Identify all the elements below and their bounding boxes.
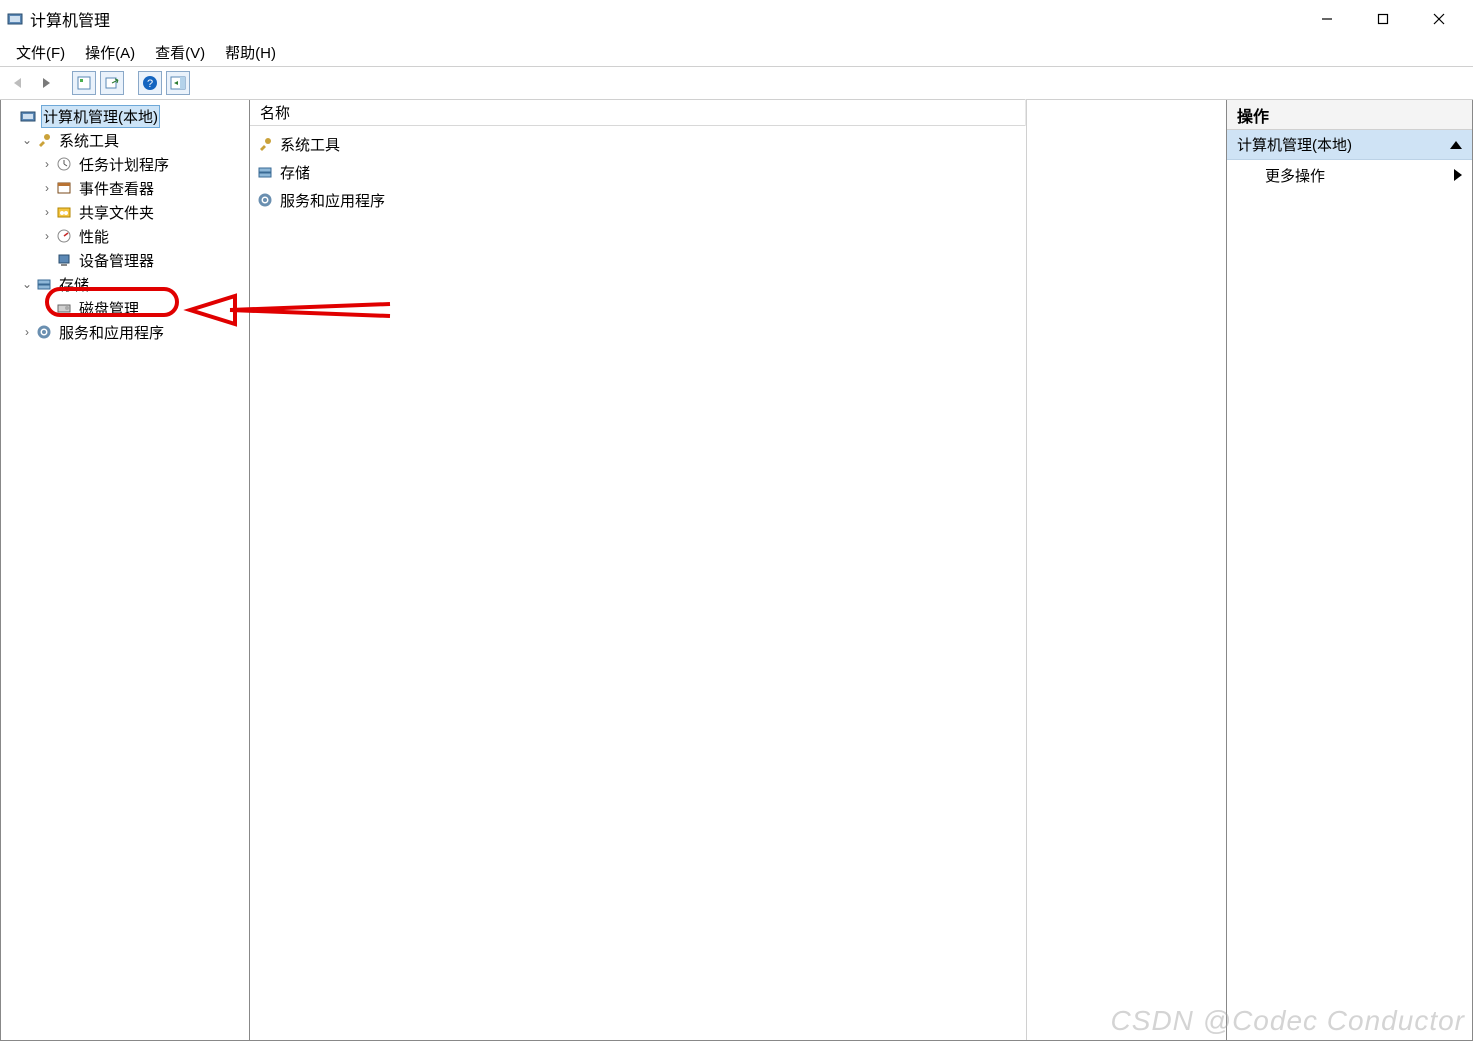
tree-panel: 计算机管理(本地) ⌄ 系统工具 › 任务计划程序 › 事件查看器 › 共享文件… [0,100,250,1041]
menu-bar: 文件(F) 操作(A) 查看(V) 帮助(H) [0,38,1473,66]
minimize-button[interactable] [1299,0,1355,38]
chevron-right-icon[interactable]: › [39,229,55,243]
storage-icon [35,275,53,293]
export-button[interactable] [100,71,124,95]
disk-icon [55,299,73,317]
app-icon [6,10,24,28]
actions-header: 操作 [1227,100,1472,130]
actions-section-label: 计算机管理(本地) [1237,134,1352,155]
tree-services-apps[interactable]: › 服务和应用程序 [3,320,247,344]
tree-device-manager[interactable]: 设备管理器 [3,248,247,272]
tree-shared-folders[interactable]: › 共享文件夹 [3,200,247,224]
collapse-icon [1450,141,1462,149]
list-item[interactable]: 系统工具 [250,130,1026,158]
tools-icon [256,135,274,153]
menu-file[interactable]: 文件(F) [6,39,75,66]
tree-event-viewer[interactable]: › 事件查看器 [3,176,247,200]
list-item[interactable]: 存储 [250,158,1026,186]
list-item-label: 服务和应用程序 [280,190,385,211]
chevron-right-icon[interactable]: › [19,325,35,339]
tree-system-tools[interactable]: ⌄ 系统工具 [3,128,247,152]
actions-more-label: 更多操作 [1265,165,1325,186]
chevron-right-icon[interactable]: › [39,205,55,219]
storage-icon [256,163,274,181]
close-button[interactable] [1411,0,1467,38]
tree-root[interactable]: 计算机管理(本地) [3,104,247,128]
svg-text:?: ? [147,78,153,90]
window-title: 计算机管理 [30,7,110,31]
center-panel: 名称 系统工具 存储 服务和应用程序 [250,100,1227,1041]
actions-panel: 操作 计算机管理(本地) 更多操作 [1227,100,1473,1041]
watermark: CSDN @Codec Conductor [1111,1005,1465,1037]
menu-help[interactable]: 帮助(H) [215,39,286,66]
list-header: 名称 [250,100,1026,126]
services-icon [35,323,53,341]
show-pane-button[interactable] [166,71,190,95]
toolbar: ? [0,66,1473,100]
tree-root-label: 计算机管理(本地) [41,105,160,128]
help-button[interactable]: ? [138,71,162,95]
menu-view[interactable]: 查看(V) [145,39,215,66]
column-name[interactable]: 名称 [250,99,1026,126]
actions-more[interactable]: 更多操作 [1227,160,1472,190]
maximize-button[interactable] [1355,0,1411,38]
computer-mgmt-icon [19,107,37,125]
device-manager-icon [55,251,73,269]
window-controls [1299,0,1467,38]
menu-action[interactable]: 操作(A) [75,39,145,66]
chevron-right-icon[interactable]: › [39,157,55,171]
event-viewer-icon [55,179,73,197]
nav-tree[interactable]: 计算机管理(本地) ⌄ 系统工具 › 任务计划程序 › 事件查看器 › 共享文件… [1,100,249,348]
chevron-down-icon[interactable]: ⌄ [19,133,35,147]
tree-performance[interactable]: › 性能 [3,224,247,248]
blank-pane [1026,100,1226,1040]
back-button[interactable] [6,71,30,95]
workspace: 计算机管理(本地) ⌄ 系统工具 › 任务计划程序 › 事件查看器 › 共享文件… [0,100,1473,1041]
list-item[interactable]: 服务和应用程序 [250,186,1026,214]
tree-task-scheduler[interactable]: › 任务计划程序 [3,152,247,176]
shared-folders-icon [55,203,73,221]
forward-button[interactable] [34,71,58,95]
chevron-down-icon[interactable]: ⌄ [19,277,35,291]
tree-storage[interactable]: ⌄ 存储 [3,272,247,296]
list-item-label: 存储 [280,162,310,183]
performance-icon [55,227,73,245]
tree-disk-management[interactable]: 磁盘管理 [3,296,247,320]
properties-button[interactable] [72,71,96,95]
actions-section[interactable]: 计算机管理(本地) [1227,130,1472,160]
title-bar: 计算机管理 [0,0,1473,38]
tools-icon [35,131,53,149]
services-icon [256,191,274,209]
chevron-right-icon [1454,169,1462,181]
clock-icon [55,155,73,173]
list-item-label: 系统工具 [280,134,340,155]
chevron-right-icon[interactable]: › [39,181,55,195]
list-view[interactable]: 名称 系统工具 存储 服务和应用程序 [250,100,1026,1040]
